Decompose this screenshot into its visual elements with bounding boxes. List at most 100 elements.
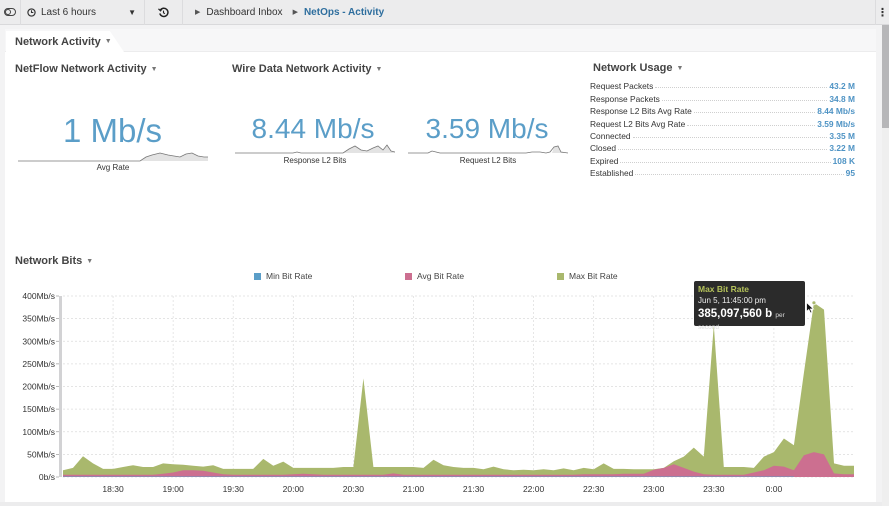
- network-usage-title[interactable]: Network Usage ▼: [593, 62, 683, 74]
- history-icon: [158, 7, 169, 17]
- usage-row: Connected 3.35 M: [590, 129, 855, 141]
- chevron-down-icon: ▼: [86, 257, 94, 265]
- legend-label-avg: Avg Bit Rate: [417, 271, 465, 281]
- usage-row-label: Request Packets: [590, 81, 654, 92]
- network-usage-title-text: Network Usage: [593, 62, 673, 74]
- y-tick-label: 400Mb/s: [22, 291, 55, 301]
- netflow-widget-title[interactable]: NetFlow Network Activity ▼: [15, 63, 158, 75]
- usage-row: Request Packets 43.2 M: [590, 79, 855, 91]
- region-tabstrip: Network Activity ▼: [5, 29, 876, 52]
- usage-row: Expired 108 K: [590, 153, 855, 166]
- y-tick-label: 50Mb/s: [27, 449, 55, 459]
- x-tick-label: 19:00: [162, 484, 184, 494]
- network-bits-title-text: Network Bits: [15, 255, 83, 267]
- page-scrollbar[interactable]: [882, 25, 889, 506]
- sidebar-toggle-button[interactable]: [0, 0, 21, 25]
- usage-row: Request L2 Bits Avg Rate 3.59 Mb/s: [590, 116, 855, 129]
- x-tick-label: 20:00: [283, 484, 305, 494]
- top-toolbar: Last 6 hours ▼ ▶ Dashboard Inbox ▶ NetOp…: [0, 0, 889, 25]
- response-l2-bits-value: 8.44 Mb/s: [251, 113, 375, 144]
- x-tick-label: 22:30: [583, 484, 605, 494]
- usage-row-label: Connected: [590, 130, 631, 141]
- legend-swatch-min: [254, 272, 261, 280]
- response-l2-bits-sparkline: [235, 144, 395, 154]
- usage-row-value[interactable]: 8.44 Mb/s: [817, 106, 855, 116]
- region-tab-network-activity[interactable]: Network Activity ▼: [6, 31, 124, 52]
- legend-label-min: Min Bit Rate: [266, 271, 313, 281]
- breadcrumb-dashboard-inbox[interactable]: Dashboard Inbox: [206, 7, 282, 18]
- x-tick-label: 21:00: [403, 484, 425, 494]
- more-options-button[interactable]: ⋮: [875, 0, 889, 25]
- time-range-label: Last 6 hours: [41, 6, 97, 18]
- time-range-selector[interactable]: Last 6 hours ▼: [21, 0, 145, 25]
- y-tick-label: 200Mb/s: [22, 382, 55, 392]
- x-tick-label: 23:00: [643, 484, 665, 494]
- legend-item-max-bit-rate[interactable]: Max Bit Rate: [557, 271, 618, 281]
- y-axis-bar: [59, 296, 62, 477]
- caret-right-icon: ▶: [195, 9, 201, 16]
- chevron-down-icon: ▼: [375, 65, 383, 73]
- usage-row-value[interactable]: 43.2 M: [829, 81, 855, 91]
- dotted-leader: [693, 112, 816, 114]
- usage-row: Response Packets 34.8 M: [590, 91, 855, 104]
- legend-swatch-avg: [405, 272, 412, 280]
- mouse-cursor-icon: [806, 302, 815, 314]
- usage-row-value[interactable]: 34.8 M: [829, 94, 855, 104]
- dotted-leader: [632, 136, 828, 138]
- netflow-avg-rate-value: 1 Mb/s: [62, 112, 163, 149]
- wiredata-title-text: Wire Data Network Activity: [232, 63, 372, 75]
- y-tick-label: 0b/s: [39, 472, 55, 482]
- region-tab-label: Network Activity: [15, 35, 101, 48]
- netflow-title-text: NetFlow Network Activity: [15, 63, 147, 75]
- request-l2-bits-label: Request L2 Bits: [459, 156, 517, 165]
- network-bits-title[interactable]: Network Bits ▼: [15, 255, 93, 267]
- chevron-down-icon: ▼: [104, 38, 112, 45]
- dotted-leader: [655, 87, 828, 89]
- usage-row-value[interactable]: 3.59 Mb/s: [817, 119, 855, 129]
- scrollbar-thumb[interactable]: [882, 25, 889, 128]
- response-l2-bits-label: Response L2 Bits: [283, 156, 347, 165]
- chevron-down-icon: ▼: [676, 64, 684, 72]
- breadcrumb-current-dashboard[interactable]: NetOps - Activity: [304, 7, 384, 18]
- x-tick-label: 21:30: [463, 484, 485, 494]
- tooltip-series: Max Bit Rate: [698, 284, 750, 294]
- usage-row-label: Closed: [590, 143, 617, 154]
- caret-right-icon: ▶: [292, 9, 298, 16]
- legend-label-max: Max Bit Rate: [569, 271, 618, 281]
- usage-row-value[interactable]: 3.22 M: [829, 143, 855, 153]
- breadcrumb: ▶ Dashboard Inbox ▶ NetOps - Activity: [183, 0, 889, 25]
- usage-row-label: Response L2 Bits Avg Rate: [590, 106, 692, 117]
- usage-row-label: Expired: [590, 155, 619, 166]
- dotted-leader: [661, 99, 828, 101]
- toggle-icon: [4, 8, 16, 16]
- x-tick-label: 19:30: [223, 484, 245, 494]
- legend-item-min-bit-rate[interactable]: Min Bit Rate: [254, 271, 312, 281]
- y-tick-label: 150Mb/s: [22, 404, 55, 414]
- legend-swatch-max: [557, 272, 564, 280]
- network-usage-list: Request Packets 43.2 M Response Packets 34.…: [590, 79, 855, 178]
- usage-row: Closed 3.22 M: [590, 141, 855, 153]
- usage-row-value[interactable]: 95: [846, 168, 855, 178]
- x-tick-label: 18:30: [102, 484, 124, 494]
- kebab-icon: ⋮: [877, 7, 888, 19]
- x-tick-label: 23:30: [703, 484, 725, 494]
- legend-item-avg-bit-rate[interactable]: Avg Bit Rate: [405, 271, 464, 281]
- y-tick-label: 350Mb/s: [22, 314, 55, 324]
- y-tick-label: 100Mb/s: [22, 427, 55, 437]
- usage-row: Established 95: [590, 166, 855, 178]
- x-tick-label: 0:00: [766, 484, 783, 494]
- tooltip-time: Jun 5, 11:45:00 pm: [698, 296, 766, 305]
- netflow-sparkline: [18, 152, 208, 162]
- usage-row-label: Request L2 Bits Avg Rate: [590, 118, 686, 129]
- usage-row-value[interactable]: 3.35 M: [829, 131, 855, 141]
- chevron-down-icon: ▼: [128, 7, 136, 17]
- chart-tooltip: Max Bit Rate Jun 5, 11:45:00 pm 385,097,…: [694, 281, 805, 331]
- clock-icon: [27, 7, 36, 17]
- wiredata-widget-title[interactable]: Wire Data Network Activity ▼: [232, 63, 382, 75]
- chevron-down-icon: ▼: [150, 65, 158, 73]
- y-tick-label: 300Mb/s: [22, 336, 55, 346]
- usage-row-value[interactable]: 108 K: [833, 156, 855, 166]
- page-bottom-edge: [0, 502, 882, 506]
- dotted-leader: [620, 161, 831, 163]
- history-button[interactable]: [145, 0, 183, 25]
